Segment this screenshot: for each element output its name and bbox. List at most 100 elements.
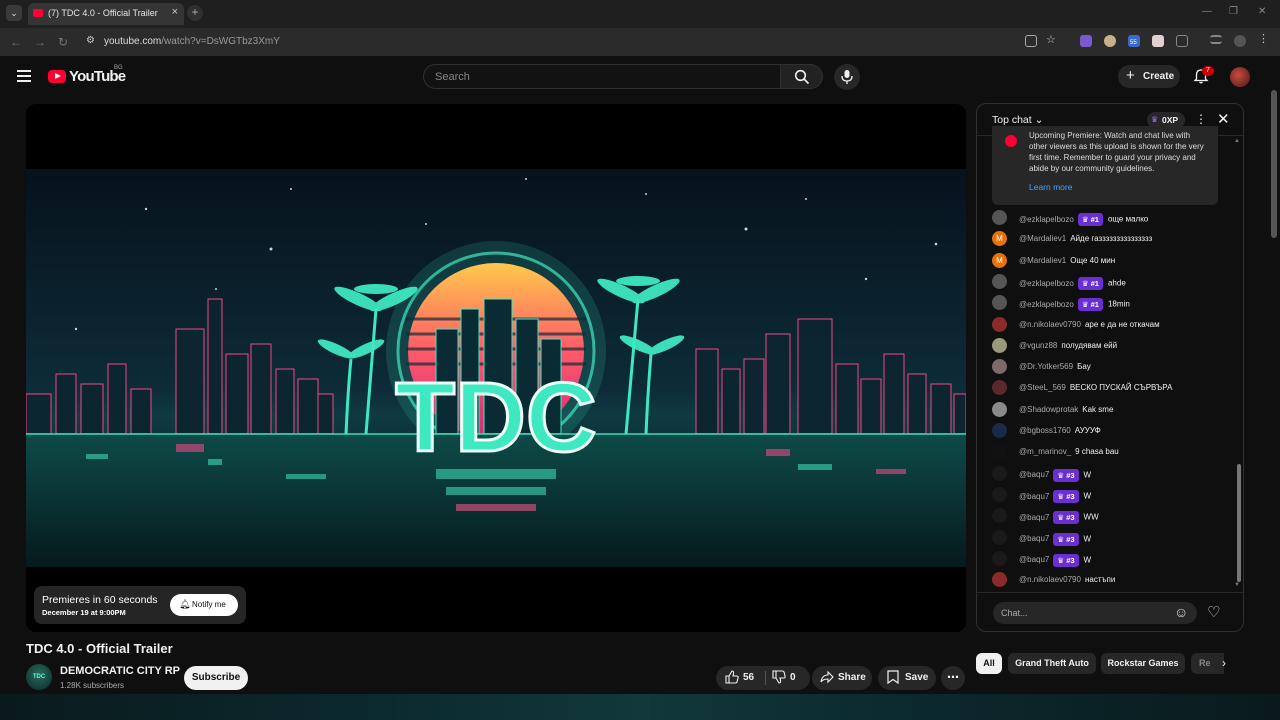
search-input[interactable]: Search [423, 64, 781, 89]
close-window-button[interactable]: ✕ [1258, 6, 1266, 17]
chat-avatar[interactable] [992, 444, 1007, 460]
rank-badge: ♛ #1 [1077, 213, 1103, 226]
chat-avatar[interactable] [992, 486, 1007, 502]
emoji-icon[interactable]: ☺ [1174, 604, 1188, 620]
channel-name[interactable]: DEMOCRATIC CITY RP [60, 665, 180, 677]
scroll-down-arrow-icon[interactable]: ▼ [1234, 582, 1240, 588]
forward-button[interactable]: → [34, 35, 46, 49]
chat-avatar[interactable] [992, 337, 1007, 353]
minimize-button[interactable]: — [1202, 6, 1212, 17]
video-player[interactable]: TDC Premieres in 60 seconds December 19 … [26, 104, 966, 632]
chat-message-text: W [1083, 470, 1092, 480]
chat-avatar[interactable] [992, 316, 1007, 332]
channel-avatar[interactable]: TDC [26, 664, 52, 690]
chat-avatar[interactable]: M [992, 252, 1007, 268]
menu-icon[interactable] [17, 70, 31, 85]
page-scrollbar[interactable] [1271, 90, 1277, 238]
extension-badge-icon[interactable]: 55 [1128, 35, 1140, 47]
chip-grand-theft-auto[interactable]: Grand Theft Auto [1008, 653, 1096, 674]
chat-input[interactable]: Chat... [993, 602, 1197, 624]
chat-username[interactable]: @baqu7 [1019, 534, 1049, 543]
rank-badge-text: #1 [1090, 215, 1099, 224]
chat-more-icon[interactable]: ⋮ [1195, 112, 1207, 126]
chat-username[interactable]: @Mardaliev1 [1019, 256, 1066, 265]
chat-avatar[interactable]: M [992, 231, 1007, 247]
chat-username[interactable]: @ezklapelbozo [1019, 279, 1074, 288]
learn-more-link[interactable]: Learn more [1029, 182, 1072, 192]
save-button[interactable]: Save [878, 666, 936, 690]
chat-username[interactable]: @n.nikolaev0790 [1019, 320, 1081, 329]
browser-menu-icon[interactable]: ⋮ [1258, 32, 1270, 45]
chat-scrollbar[interactable] [1237, 464, 1241, 582]
back-button[interactable]: ← [10, 35, 22, 49]
chat-avatar[interactable] [992, 210, 1007, 225]
chat-close-icon[interactable]: ✕ [1217, 110, 1230, 128]
chat-username[interactable]: @SteeL_569 [1019, 383, 1066, 392]
extensions-puzzle-icon[interactable] [1176, 35, 1188, 47]
chat-avatar[interactable] [992, 273, 1007, 289]
rank-badge: ♛ #3 [1053, 532, 1079, 546]
account-avatar[interactable] [1230, 67, 1250, 87]
create-button[interactable]: + Create [1118, 65, 1180, 88]
chip-rockstar-games[interactable]: Rockstar Games [1101, 653, 1185, 674]
chat-avatar[interactable] [992, 529, 1007, 545]
chip-truncated[interactable]: Re [1191, 653, 1224, 674]
dislike-button[interactable] [772, 670, 786, 687]
chat-username[interactable]: @vgunz88 [1019, 341, 1057, 350]
maximize-button[interactable]: ❐ [1229, 6, 1238, 17]
new-tab-button[interactable]: + [187, 5, 203, 21]
more-actions-button[interactable]: ⋯ [941, 666, 965, 690]
chat-username[interactable]: @m_marinov_ [1019, 447, 1071, 456]
chat-username[interactable]: @Dr.Yotker569 [1019, 362, 1073, 371]
extension-red-icon[interactable] [1152, 35, 1164, 47]
scroll-up-arrow-icon[interactable]: ▲ [1234, 138, 1240, 144]
extension-cookie-icon[interactable] [1104, 35, 1116, 47]
chat-username[interactable]: @baqu7 [1019, 470, 1049, 479]
chat-avatar[interactable] [992, 423, 1007, 438]
voice-search-button[interactable] [834, 64, 860, 90]
chat-avatar[interactable] [992, 401, 1007, 417]
reading-list-icon[interactable] [1210, 35, 1222, 44]
chevron-right-icon[interactable]: › [1222, 656, 1226, 670]
chat-username[interactable]: @baqu7 [1019, 492, 1049, 501]
chat-avatar[interactable] [992, 465, 1007, 481]
chat-avatar[interactable] [992, 295, 1007, 311]
reload-button[interactable]: ↻ [58, 35, 68, 49]
chat-avatar[interactable] [992, 380, 1007, 396]
chat-username[interactable]: @bgboss1760 [1019, 426, 1071, 435]
site-info-icon[interactable]: ⚙ [86, 35, 95, 46]
chat-avatar[interactable] [992, 508, 1007, 524]
subscribe-button[interactable]: Subscribe [184, 666, 248, 690]
chat-username[interactable]: @baqu7 [1019, 513, 1049, 522]
chat-username[interactable]: @Shadowprotak [1019, 405, 1078, 414]
extension-pen-icon[interactable] [1080, 35, 1092, 47]
chat-avatar[interactable] [992, 572, 1007, 588]
browser-titlebar: ⌄ (7) TDC 4.0 - Official Trailer - Yo × … [0, 0, 1280, 28]
chat-username[interactable]: @n.nikolaev0790 [1019, 575, 1081, 584]
like-button[interactable] [725, 670, 739, 687]
heart-icon[interactable]: ♡ [1207, 603, 1220, 621]
bookmark-star-icon[interactable]: ☆ [1046, 33, 1058, 46]
chat-avatar[interactable] [992, 359, 1007, 375]
chat-mode-dropdown[interactable]: Top chat ⌄ [992, 114, 1043, 126]
share-button[interactable]: Share [812, 666, 872, 690]
chat-username[interactable]: @ezklapelbozo [1019, 300, 1074, 309]
chat-message: @ezklapelbozo ♛ #1 18min [992, 295, 1222, 312]
crown-icon: ♛ [1057, 491, 1067, 501]
chip-all[interactable]: All [976, 653, 1002, 674]
chat-username[interactable]: @ezklapelbozo [1019, 215, 1074, 224]
chat-message-body: @Dr.Yotker569 Бау [1019, 362, 1091, 371]
search-button[interactable] [781, 64, 823, 89]
tab-search-button[interactable]: ⌄ [6, 5, 22, 21]
url-field[interactable]: ⚙ youtube.com/watch?v=DsWGTbz3XmY [80, 31, 1070, 53]
chat-avatar[interactable] [992, 550, 1007, 566]
install-app-icon[interactable] [1025, 35, 1037, 47]
tab-close-icon[interactable]: × [172, 6, 178, 18]
search-placeholder: Search [435, 71, 470, 83]
premiere-notice: Upcoming Premiere: Watch and chat live w… [992, 126, 1218, 205]
chat-username[interactable]: @Mardaliev1 [1019, 234, 1066, 243]
chat-username[interactable]: @baqu7 [1019, 555, 1049, 564]
notify-me-button[interactable]: 🔔︎ Notify me [170, 594, 238, 616]
browser-profile-icon[interactable] [1234, 35, 1246, 47]
browser-tab[interactable]: (7) TDC 4.0 - Official Trailer - Yo × [28, 3, 184, 25]
